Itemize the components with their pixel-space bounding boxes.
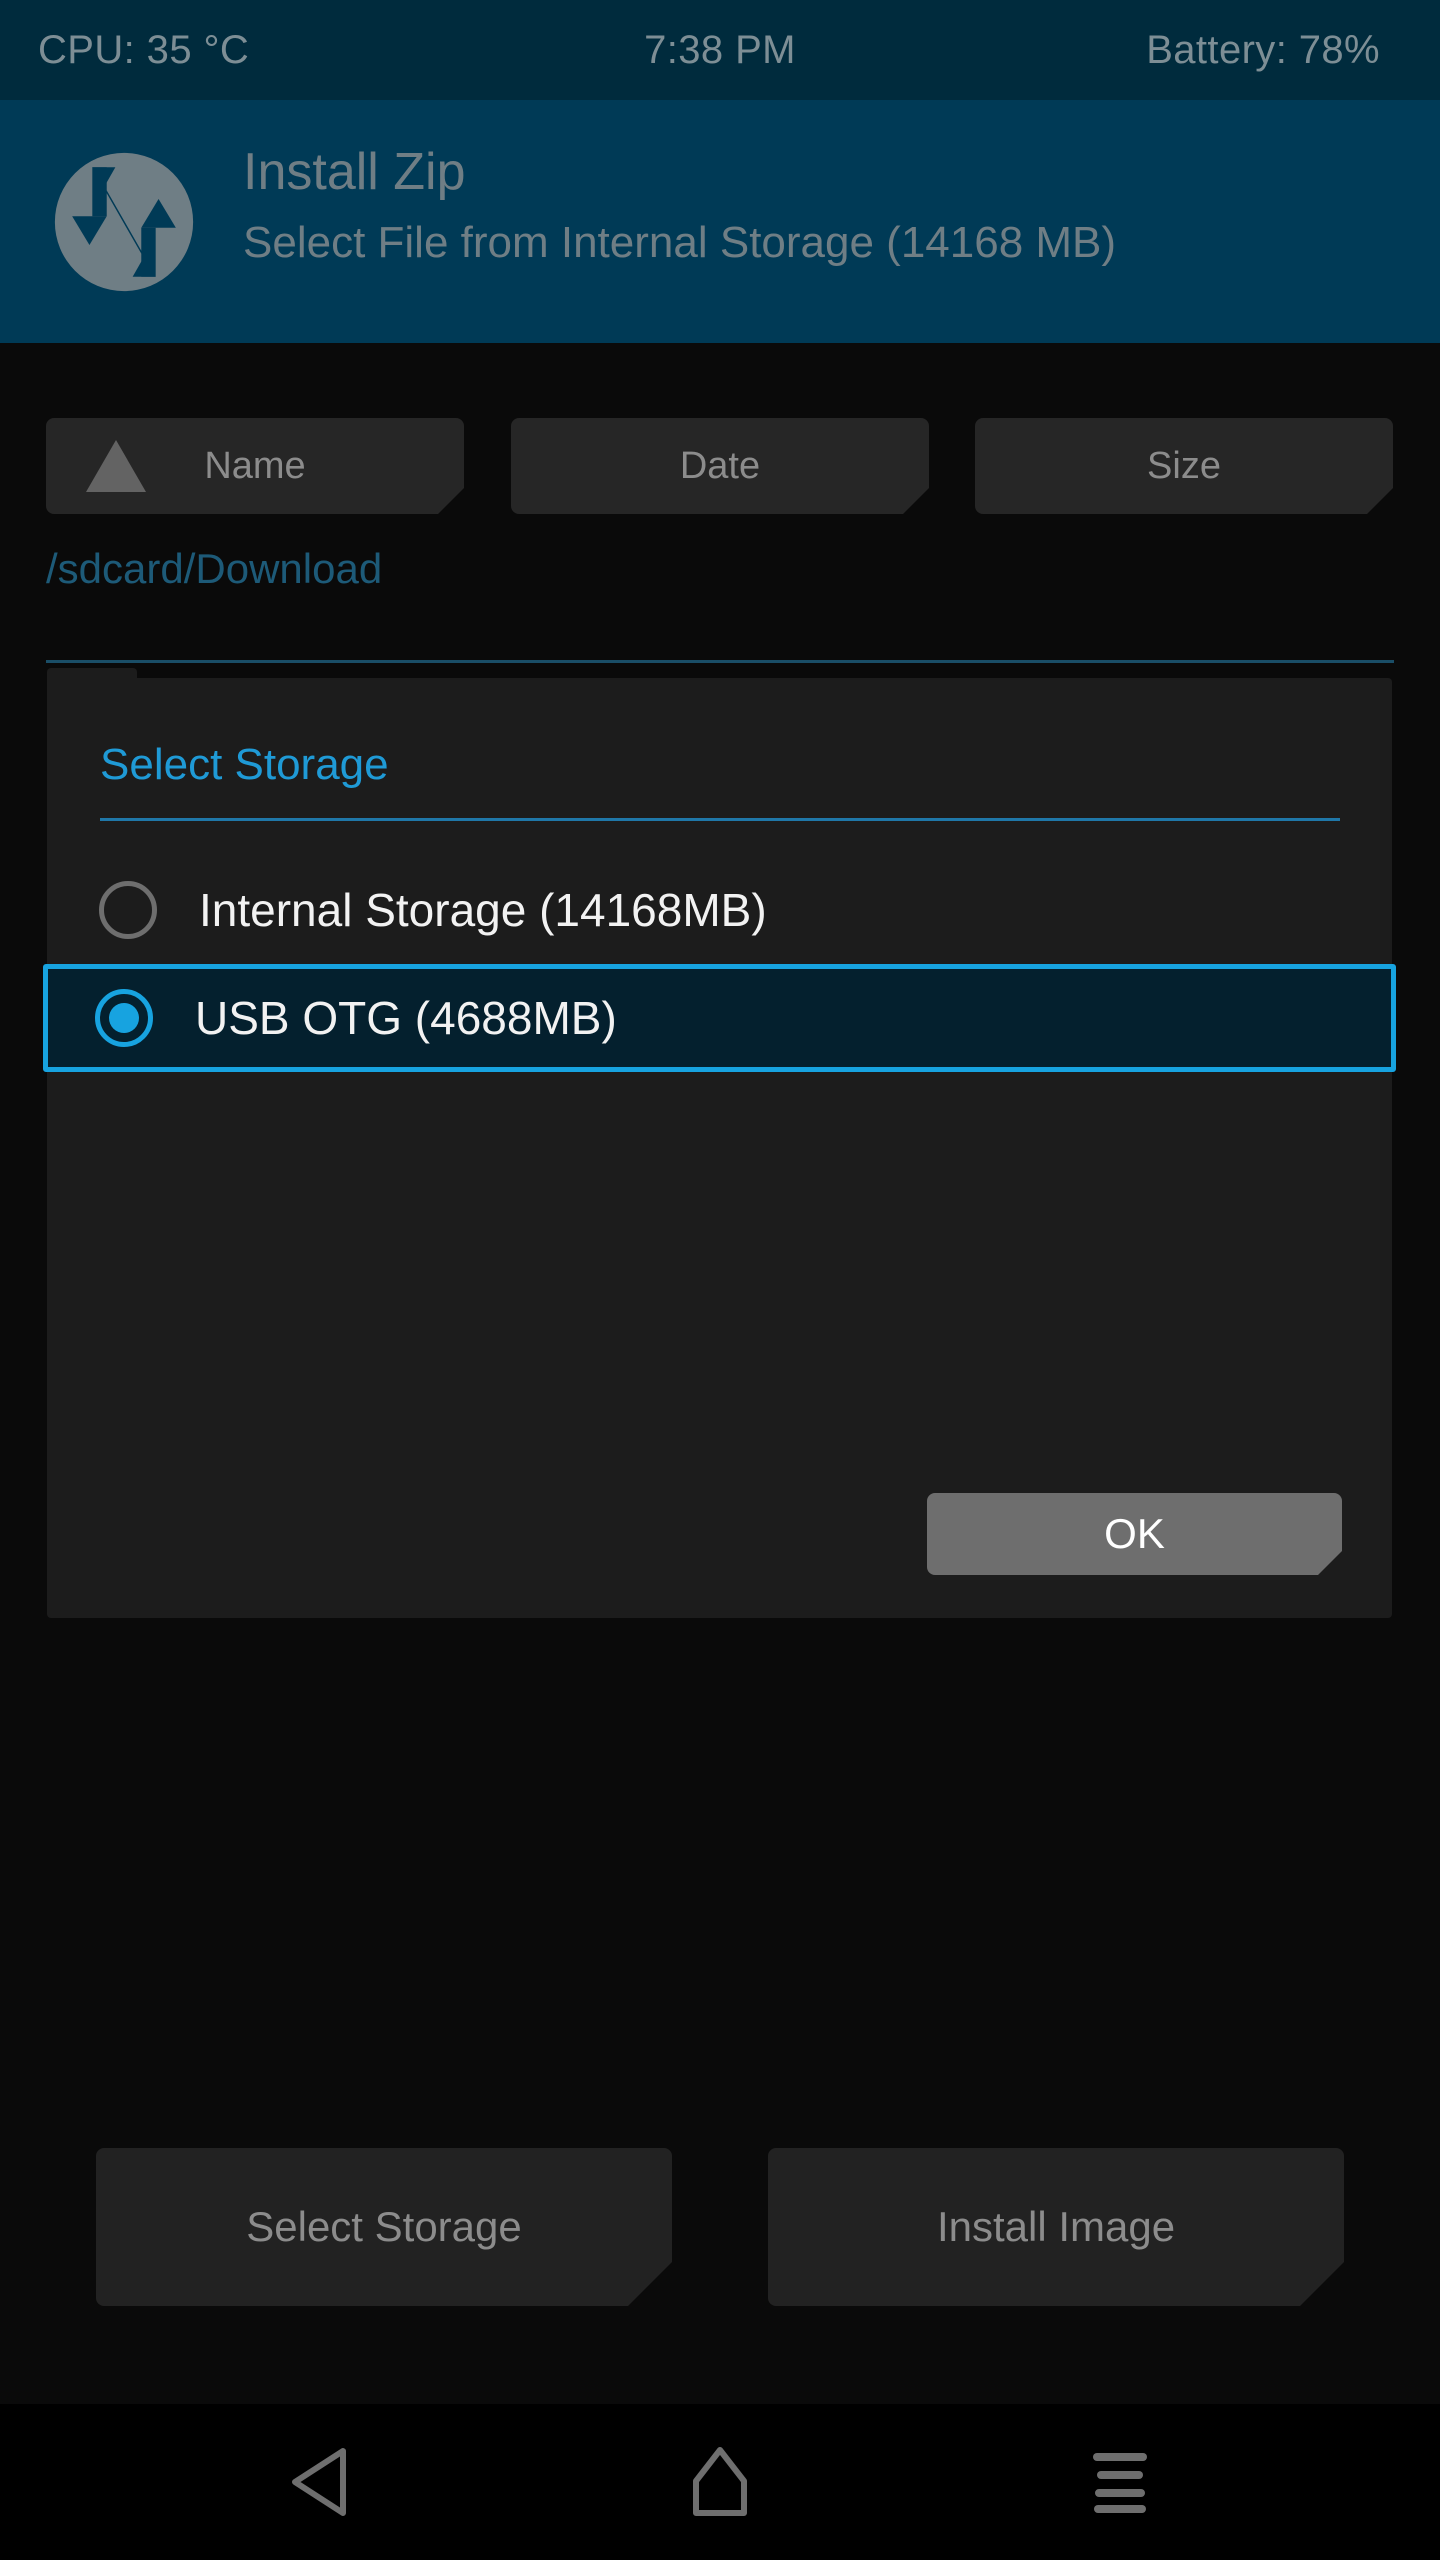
dialog-title: Select Storage [100,740,389,789]
twrp-recovery-screen: CPU: 35 °C 7:38 PM Battery: 78% Install … [0,0,1440,2560]
install-image-button-label: Install Image [936,2203,1176,2250]
sort-by-size-button[interactable]: Size [975,418,1393,514]
back-triangle-icon[interactable] [260,2422,380,2542]
dialog-tab-decoration [47,668,137,682]
current-path-label: /sdcard/Download [46,545,383,592]
twrp-logo-icon [52,150,196,294]
header-text-block: Install Zip Select File from Internal St… [243,142,1116,270]
sort-by-date-label: Date [679,444,761,487]
select-storage-button[interactable]: Select Storage [96,2148,672,2306]
select-storage-dialog: Select Storage Internal Storage (14168MB… [43,668,1396,1618]
page-title: Install Zip [243,143,466,201]
ok-button-label: OK [1104,1510,1165,1557]
install-image-button[interactable]: Install Image [768,2148,1344,2306]
select-storage-button-label: Select Storage [246,2203,522,2250]
storage-option-list: Internal Storage (14168MB) USB OTG (4688… [43,856,1396,1072]
android-navigation-bar [0,2404,1440,2560]
menu-lines-icon[interactable] [1060,2422,1180,2542]
sort-by-name-label: Name [204,444,306,487]
ok-button[interactable]: OK [927,1493,1342,1575]
radio-dot [113,895,143,925]
storage-option-usb-otg-label: USB OTG (4688MB) [195,992,617,1044]
radio-unselected-icon [99,881,157,939]
storage-option-internal-label: Internal Storage (14168MB) [199,884,767,936]
storage-option-usb-otg[interactable]: USB OTG (4688MB) [43,964,1396,1072]
status-bar: CPU: 35 °C 7:38 PM Battery: 78% [0,0,1440,100]
sort-by-size-label: Size [1147,444,1221,487]
home-icon[interactable] [660,2422,780,2542]
radio-dot [109,1003,139,1033]
path-divider [46,660,1394,663]
page-subtitle: Select File from Internal Storage (14168… [243,218,1117,268]
dialog-title-rule [100,818,1340,821]
sort-button-row: Name Date Size [0,418,1440,530]
sort-by-date-button[interactable]: Date [511,418,929,514]
battery-label: Battery: 78% [1146,27,1380,72]
triangle-up-icon [86,440,146,492]
storage-option-internal[interactable]: Internal Storage (14168MB) [47,856,1392,964]
app-header: Install Zip Select File from Internal St… [0,100,1440,343]
sort-by-name-button[interactable]: Name [46,418,464,514]
action-button-row: Select Storage Install Image [0,2148,1440,2308]
radio-selected-icon [95,989,153,1047]
